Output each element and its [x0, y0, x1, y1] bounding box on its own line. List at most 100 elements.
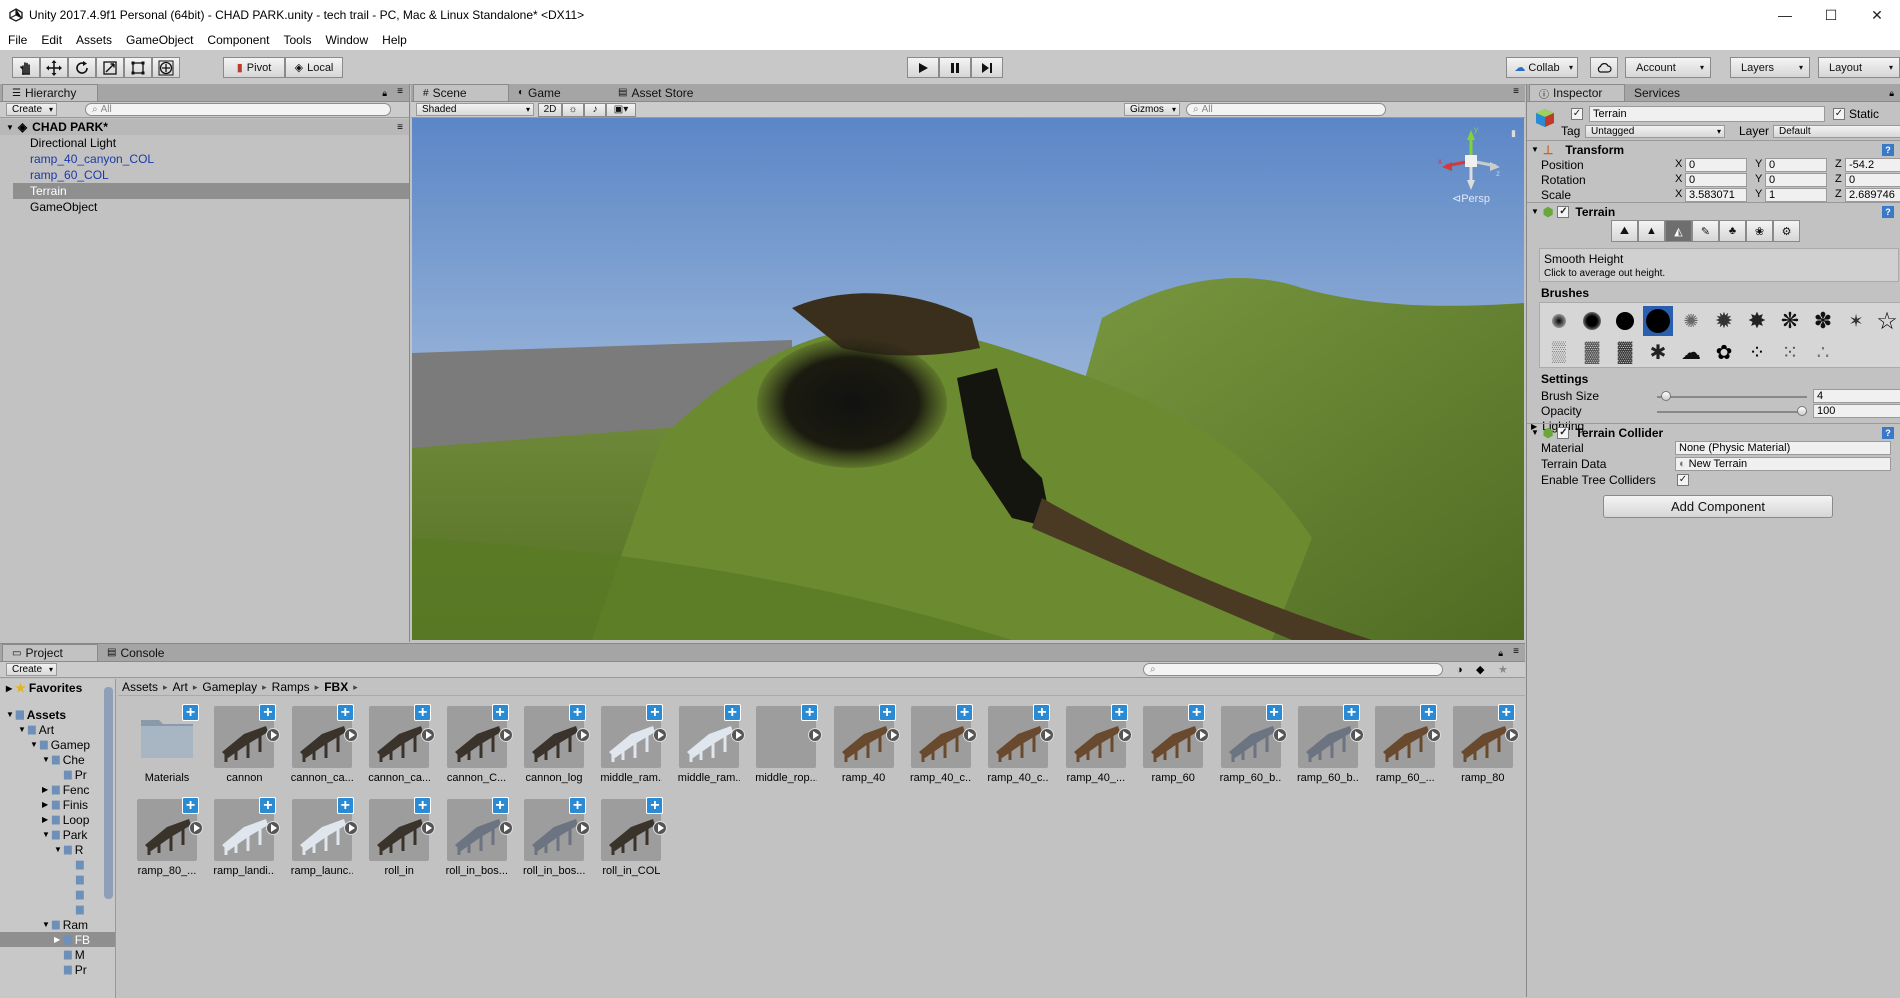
gizmos-dropdown[interactable]: Gizmos — [1124, 103, 1180, 116]
menu-assets[interactable]: Assets — [76, 33, 112, 47]
expand-play-icon[interactable] — [1350, 728, 1364, 742]
tree-folder-item[interactable]: ▆ — [0, 902, 115, 917]
tree-folder-item[interactable]: ▆ M — [0, 947, 115, 962]
brush-splatter-1-icon[interactable]: ✺ — [1676, 306, 1706, 336]
expand-play-icon[interactable] — [421, 728, 436, 742]
tab-services[interactable]: Services — [1625, 84, 1705, 101]
viewport-lock-icon[interactable]: ▮ — [1511, 128, 1516, 139]
help-icon[interactable]: ? — [1882, 426, 1894, 439]
add-to-scene-icon[interactable]: + — [1033, 704, 1051, 721]
brush-flower-icon[interactable]: ✿ — [1709, 337, 1739, 367]
add-component-button[interactable]: Add Component — [1603, 495, 1833, 518]
add-to-scene-icon[interactable]: + — [414, 704, 432, 721]
tree-folder-item[interactable]: ▼ ▆ R — [0, 842, 115, 857]
asset-item[interactable]: + roll_in_bos... — [446, 797, 513, 877]
add-to-scene-icon[interactable]: + — [259, 704, 277, 721]
tree-arrow-icon[interactable]: ▶ — [42, 785, 52, 794]
brush-palette[interactable]: ✺ ✹ ✸ ❋ ✽ ✶ ☆ ▒ ▓ ▓ ✱ ☁ ✿ ⁘ ⁙ ∴ — [1539, 302, 1900, 368]
add-to-scene-icon[interactable]: + — [182, 704, 199, 721]
asset-item[interactable]: + cannon_ca... — [368, 704, 436, 784]
transform-y-field[interactable]: 1 — [1765, 188, 1827, 202]
brush-scatter-1-icon[interactable]: ⁙ — [1775, 337, 1805, 367]
asset-item[interactable]: + middle_ram... — [600, 704, 668, 784]
brush-splatter-4-icon[interactable]: ❋ — [1775, 306, 1805, 336]
transform-x-field[interactable]: 0 — [1685, 158, 1747, 172]
tab-project[interactable]: ▭ Project — [2, 644, 98, 661]
lock-icon[interactable]: 🔒︎ — [1889, 88, 1894, 99]
brush-dots-icon[interactable]: ⁘ — [1742, 337, 1772, 367]
persp-label[interactable]: ⊲Persp — [1452, 192, 1490, 205]
asset-item[interactable]: + middle_ram... — [678, 704, 745, 784]
tree-arrow-icon[interactable]: ▼ — [18, 725, 28, 734]
project-create-dropdown[interactable]: Create — [6, 663, 58, 676]
asset-item[interactable]: + ramp_40_c... — [910, 704, 977, 784]
brush-hard-large-icon[interactable] — [1643, 306, 1673, 336]
add-to-scene-icon[interactable]: + — [1265, 704, 1283, 721]
cloud-button[interactable] — [1590, 57, 1618, 78]
collider-enabled-checkbox[interactable]: ✓ — [1557, 426, 1570, 439]
material-field[interactable]: None (Physic Material) — [1675, 441, 1891, 455]
asset-item[interactable]: + ramp_60 — [1142, 704, 1210, 784]
favorites-row[interactable]: ▶ ★ Favorites — [0, 679, 115, 697]
expand-play-icon[interactable] — [1117, 728, 1132, 742]
add-to-scene-icon[interactable]: + — [182, 797, 199, 814]
rect-tool-icon[interactable] — [124, 57, 152, 78]
slider-knob[interactable] — [1797, 406, 1807, 416]
transform-x-field[interactable]: 0 — [1685, 173, 1747, 187]
tree-folder-item[interactable]: ▼ ▆ Gamep — [0, 737, 115, 752]
tree-arrow-icon[interactable]: ▼ — [42, 830, 52, 839]
layer-dropdown[interactable]: Default — [1773, 125, 1900, 138]
tree-folder-item[interactable]: ▶ ▆ Loop — [0, 812, 115, 827]
tree-folder-item[interactable]: ▼ ▆ Ram — [0, 917, 115, 932]
tree-folder-item[interactable]: ▆ — [0, 872, 115, 887]
tree-colliders-checkbox[interactable]: ✓ — [1677, 474, 1689, 486]
account-dropdown[interactable]: Account ▾ — [1625, 57, 1711, 78]
expand-play-icon[interactable] — [576, 728, 590, 742]
object-name-field[interactable]: Terrain — [1589, 106, 1825, 122]
favorite-star-icon[interactable]: ★ — [1498, 663, 1508, 676]
expand-play-icon[interactable] — [730, 728, 745, 742]
asset-item[interactable]: + cannon_C... — [446, 704, 513, 784]
asset-item[interactable]: + cannon — [213, 704, 281, 784]
brush-splatter-3-icon[interactable]: ✸ — [1742, 306, 1772, 336]
tree-folder-item[interactable]: ▆ — [0, 887, 115, 902]
asset-item[interactable]: + ramp_60_b... — [1297, 704, 1364, 784]
play-button[interactable] — [907, 57, 939, 78]
asset-item[interactable]: + ramp_60_... — [1374, 704, 1442, 784]
tree-folder-item[interactable]: ▼ ▆ Art — [0, 722, 115, 737]
opacity-field[interactable]: 100 — [1813, 404, 1900, 418]
tab-asset-store[interactable]: ▤ Asset Store — [609, 84, 719, 101]
effects-dropdown-icon[interactable]: ▣▾ — [606, 102, 636, 117]
hierarchy-item[interactable]: Terrain — [13, 183, 409, 199]
asset-item[interactable]: + middle_rop... — [755, 704, 823, 784]
add-to-scene-icon[interactable]: + — [569, 797, 586, 814]
menu-window[interactable]: Window — [325, 33, 368, 47]
expand-play-icon[interactable] — [653, 821, 668, 835]
tree-arrow-icon[interactable]: ▼ — [42, 920, 52, 929]
audio-toggle-icon[interactable]: ♪ — [584, 102, 606, 117]
collab-dropdown[interactable]: ☁ Collab ▾ — [1506, 57, 1578, 78]
brush-splatter-2-icon[interactable]: ✹ — [1709, 306, 1739, 336]
menu-file[interactable]: File — [8, 33, 27, 47]
tree-folder-item[interactable]: ▆ Pr — [0, 962, 115, 977]
static-checkbox[interactable]: ✓ — [1833, 108, 1845, 120]
pivot-toggle[interactable]: ▮ Pivot — [223, 57, 285, 78]
menu-gameobject[interactable]: GameObject — [126, 33, 193, 47]
layers-dropdown[interactable]: Layers ▾ — [1730, 57, 1810, 78]
panel-menu-icon[interactable]: ≡ — [1513, 646, 1519, 657]
paint-height-tool-icon[interactable]: ▲ — [1638, 220, 1665, 242]
expand-play-icon[interactable] — [421, 821, 436, 835]
expand-play-icon[interactable] — [498, 728, 513, 742]
minimize-button[interactable]: — — [1762, 0, 1808, 30]
menu-tools[interactable]: Tools — [283, 33, 311, 47]
tree-arrow-icon[interactable]: ▼ — [42, 755, 52, 764]
tree-folder-item[interactable]: ▼ ▆ Che — [0, 752, 115, 767]
brush-leaf-icon[interactable]: ✱ — [1643, 337, 1673, 367]
tree-folder-item[interactable]: ▶ ▆ Fenc — [0, 782, 115, 797]
tab-scene[interactable]: # Scene — [413, 84, 509, 101]
add-to-scene-icon[interactable]: + — [1420, 704, 1438, 721]
asset-item[interactable]: + ramp_80_... — [136, 797, 203, 877]
transform-y-field[interactable]: 0 — [1765, 173, 1827, 187]
tree-arrow-icon[interactable]: ▶ — [42, 815, 52, 824]
expand-play-icon[interactable] — [1040, 728, 1055, 742]
